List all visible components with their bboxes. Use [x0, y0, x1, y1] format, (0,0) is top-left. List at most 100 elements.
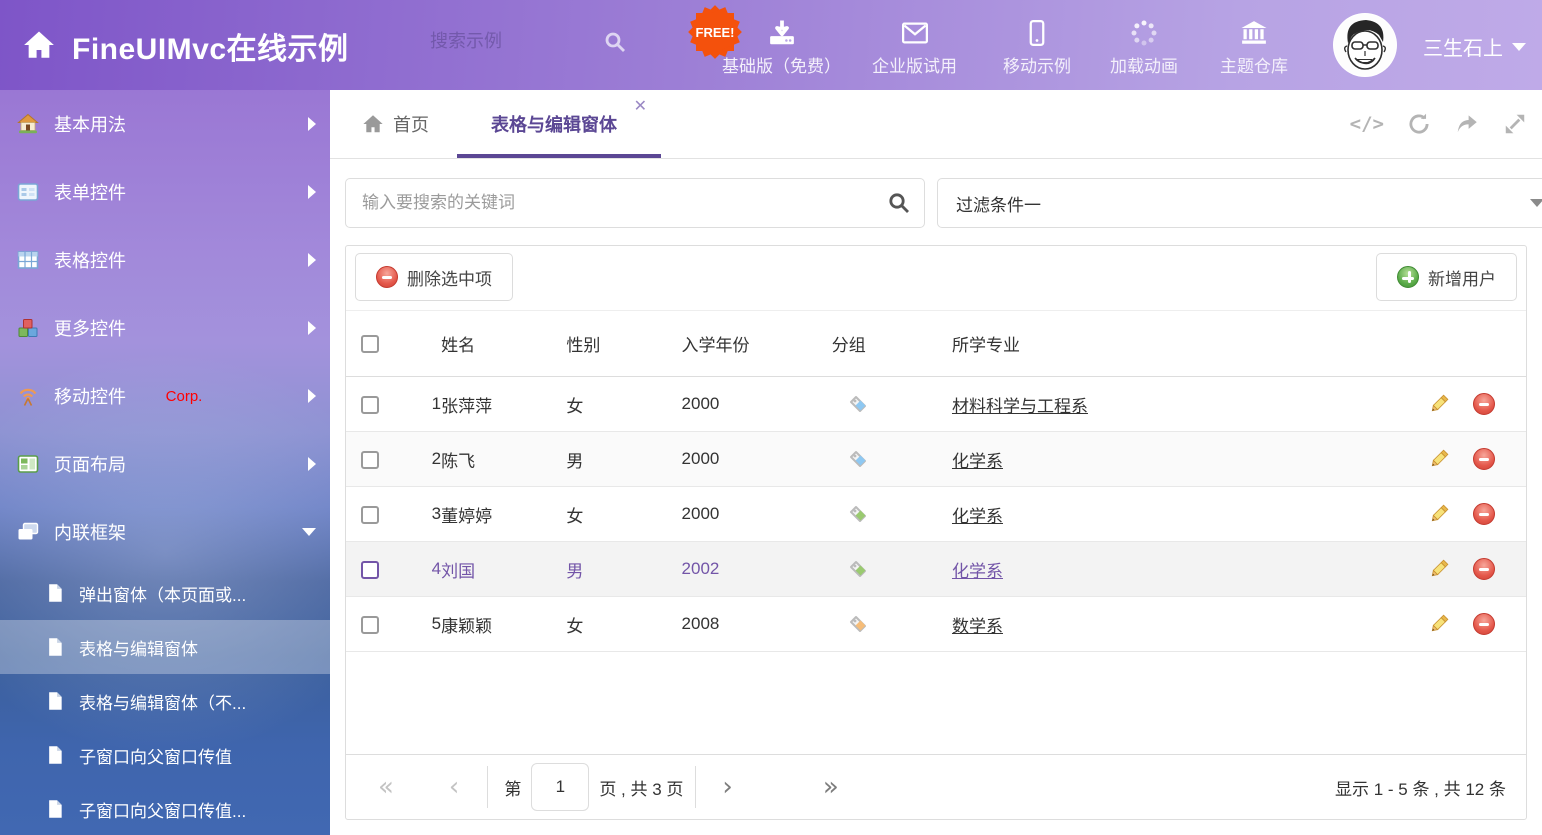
select-all-checkbox[interactable] — [361, 335, 379, 353]
major-link[interactable]: 材料科学与工程系 — [952, 397, 1088, 416]
major-link[interactable]: 化学系 — [952, 562, 1003, 581]
major-link[interactable]: 化学系 — [952, 507, 1003, 526]
page-icon — [45, 636, 65, 658]
row-checkbox[interactable] — [361, 396, 379, 414]
cell-name: 陈飞 — [441, 432, 566, 487]
table-row: 2 陈飞 男 2000 化学系 — [346, 432, 1526, 487]
major-link[interactable]: 数学系 — [952, 617, 1003, 636]
cell-name: 张萍萍 — [441, 377, 566, 432]
cell-year: 2000 — [682, 377, 832, 432]
username: 三生石上 — [1423, 32, 1503, 61]
prev-page-button[interactable]: ‹ — [449, 774, 459, 800]
edit-icon[interactable] — [1427, 502, 1451, 526]
keyword-search-input[interactable] — [346, 193, 874, 213]
avatar[interactable] — [1333, 13, 1397, 77]
sidebar-item-form-controls[interactable]: 表单控件 — [0, 158, 330, 226]
envelope-icon — [900, 18, 930, 48]
delete-icon[interactable] — [1473, 503, 1495, 525]
tab-grid-edit-window[interactable]: 表格与编辑窗体 ✕ — [457, 90, 661, 158]
page-number-input[interactable] — [531, 763, 589, 811]
sidebar-item-basic-usage[interactable]: 基本用法 — [0, 90, 330, 158]
cell-year: 2008 — [682, 597, 832, 652]
tag-icon — [846, 447, 870, 471]
row-number: 3 — [401, 487, 441, 542]
delete-icon[interactable] — [1473, 558, 1495, 580]
sidebar: 基本用法 表单控件 表格控件 更多控件 移动控件 Corp. — [0, 90, 330, 835]
sidebar-item-label: 表单控件 — [54, 179, 308, 205]
nav-enterprise-trial[interactable]: 企业版试用 — [872, 18, 957, 77]
filter-row: 过滤条件一 — [330, 178, 1542, 228]
row-number: 4 — [401, 542, 441, 597]
expand-icon[interactable] — [1502, 111, 1528, 137]
sidebar-item-label: 页面布局 — [54, 451, 308, 477]
refresh-icon[interactable] — [1406, 111, 1432, 137]
nav-label: 基础版（免费） — [722, 52, 841, 77]
edit-icon[interactable] — [1427, 447, 1451, 471]
search-icon[interactable] — [603, 30, 627, 54]
cell-year: 2000 — [682, 432, 832, 487]
filter-dropdown[interactable]: 过滤条件一 — [937, 178, 1542, 228]
sidebar-item-mobile-controls[interactable]: 移动控件 Corp. — [0, 362, 330, 430]
sidebar-subitem-child-to-parent-2[interactable]: 子窗口向父窗口传值... — [0, 782, 330, 835]
edit-icon[interactable] — [1427, 557, 1451, 581]
sidebar-item-label: 更多控件 — [54, 315, 308, 341]
sidebar-subitem-label: 子窗口向父窗口传值 — [79, 743, 232, 768]
sidebar-item-label: 移动控件 — [54, 383, 160, 409]
nav-label: 主题仓库 — [1220, 52, 1288, 77]
row-checkbox[interactable] — [361, 561, 379, 579]
sidebar-item-grid-controls[interactable]: 表格控件 — [0, 226, 330, 294]
cell-gender: 女 — [566, 377, 681, 432]
major-link[interactable]: 化学系 — [952, 452, 1003, 471]
delete-selected-button[interactable]: 删除选中项 — [355, 253, 513, 301]
add-user-button[interactable]: 新增用户 — [1376, 253, 1517, 301]
sidebar-item-iframe[interactable]: 内联框架 — [0, 498, 330, 566]
next-page-button[interactable]: › — [722, 774, 732, 800]
delete-icon[interactable] — [1473, 448, 1495, 470]
grid-panel: 删除选中项 新增用户 姓名 性别 入学年份 分组 所学专业 — [345, 245, 1527, 820]
header-search-input[interactable] — [428, 30, 597, 53]
layout-icon — [16, 452, 40, 476]
edit-icon[interactable] — [1427, 392, 1451, 416]
edit-icon[interactable] — [1427, 612, 1451, 636]
delete-icon[interactable] — [1473, 393, 1495, 415]
delete-icon[interactable] — [1473, 613, 1495, 635]
close-icon[interactable]: ✕ — [634, 99, 647, 115]
minus-icon — [376, 266, 398, 288]
sidebar-subitem-child-to-parent[interactable]: 子窗口向父窗口传值 — [0, 728, 330, 782]
sidebar-subitem-grid-edit-window-2[interactable]: 表格与编辑窗体（不... — [0, 674, 330, 728]
table-icon — [16, 248, 40, 272]
chevron-right-icon — [308, 185, 316, 199]
house-icon — [16, 112, 40, 136]
frames-icon — [16, 520, 40, 544]
nav-theme-repo[interactable]: 主题仓库 — [1220, 18, 1288, 77]
cell-gender: 女 — [566, 487, 681, 542]
chevron-down-icon — [1512, 43, 1526, 51]
row-checkbox[interactable] — [361, 451, 379, 469]
tab-home[interactable]: 首页 — [334, 90, 457, 158]
sidebar-subitem-label: 表格与编辑窗体（不... — [79, 689, 246, 714]
nav-loading-anim[interactable]: 加载动画 — [1110, 18, 1178, 77]
nav-mobile-demo[interactable]: 移动示例 — [1003, 18, 1071, 77]
chevron-down-icon — [1530, 199, 1542, 207]
page-suffix-label: 页 , 共 3 页 — [599, 775, 683, 800]
nav-basic-edition[interactable]: 基础版（免费） — [722, 18, 841, 77]
first-page-button[interactable]: « — [378, 774, 394, 800]
table-row: 1 张萍萍 女 2000 材料科学与工程系 — [346, 377, 1526, 432]
search-icon[interactable] — [874, 179, 924, 227]
last-page-button[interactable]: » — [823, 774, 839, 800]
user-menu[interactable]: 三生石上 — [1423, 32, 1526, 61]
sidebar-item-more-controls[interactable]: 更多控件 — [0, 294, 330, 362]
sidebar-subitem-grid-edit-window[interactable]: 表格与编辑窗体 — [0, 620, 330, 674]
home-icon[interactable] — [22, 28, 56, 62]
share-icon[interactable] — [1454, 111, 1480, 137]
source-code-icon[interactable]: </> — [1350, 113, 1384, 135]
cell-gender: 男 — [566, 542, 681, 597]
bank-icon — [1239, 18, 1269, 48]
row-checkbox[interactable] — [361, 506, 379, 524]
sidebar-subitem-popup-window[interactable]: 弹出窗体（本页面或... — [0, 566, 330, 620]
row-checkbox[interactable] — [361, 616, 379, 634]
cell-name: 康颖颖 — [441, 597, 566, 652]
sidebar-item-page-layout[interactable]: 页面布局 — [0, 430, 330, 498]
table-row-selected: 4 刘国 男 2002 化学系 — [346, 542, 1526, 597]
table-row: 3 董婷婷 女 2000 化学系 — [346, 487, 1526, 542]
